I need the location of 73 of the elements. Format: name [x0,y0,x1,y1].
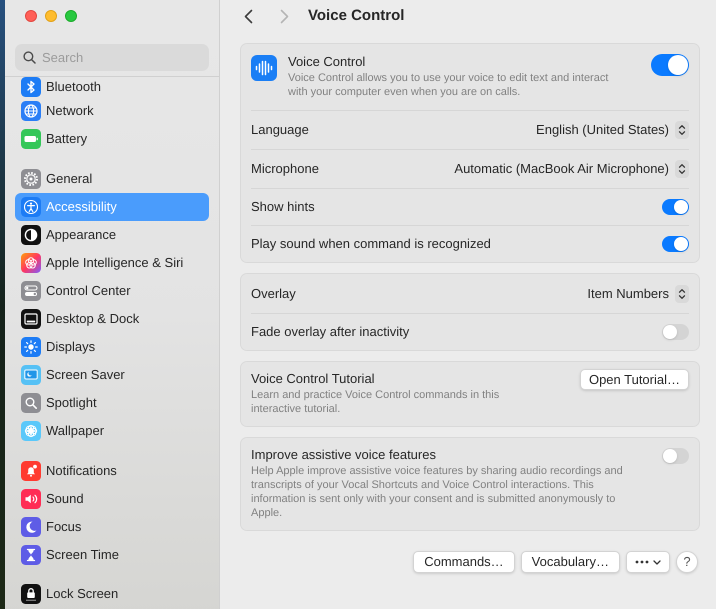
search-icon [23,51,36,64]
setting-label: Overlay [251,284,296,303]
sidebar-item[interactable]: Screen Time [15,541,209,569]
setting-title: Voice Control Tutorial [251,371,376,387]
sidebar-item[interactable]: General [15,165,209,193]
sidebar-item[interactable]: Bluetooth [15,77,209,97]
bluetooth-icon [21,77,41,97]
push-button[interactable]: Open Tutorial… [580,369,689,390]
close-button[interactable] [25,10,37,22]
sidebar-item[interactable]: Displays [15,333,209,361]
setting-label: Play sound when command is recognized [251,235,491,254]
setting-label: Show hints [251,198,315,216]
sidebar-item[interactable]: Notifications [15,457,209,485]
dock-icon [21,309,41,329]
sidebar-item[interactable]: Screen Saver [15,361,209,389]
toggle-switch[interactable] [662,448,689,464]
minimize-button[interactable] [45,10,57,22]
sidebar-item[interactable]: Control Center [15,277,209,305]
bell-icon [21,461,41,481]
ellipsis-icon [635,560,649,564]
battery-icon [21,129,41,149]
sidebar-item[interactable]: Spotlight [15,389,209,417]
sidebar-item[interactable]: Sound [15,485,209,513]
hourglass-icon [21,545,41,565]
magnifier-icon [21,393,41,413]
zoom-button[interactable] [65,10,77,22]
sidebar-item[interactable]: Network [15,97,209,125]
setting-label: Fade overlay after inactivity [251,323,410,342]
setting-title: Improve assistive voice features [251,447,437,463]
window-title: Voice Control [308,6,404,26]
sidebar-item[interactable]: Apple Intelligence & Siri [15,249,209,277]
chevron-down-icon [653,560,661,564]
setting-description: Learn and practice Voice Control commands in this interactive tutorial. [251,388,500,416]
sidebar-item[interactable]: Desktop & Dock [15,305,209,333]
up-down-chevron-icon [675,284,689,302]
toggle-switch[interactable] [662,199,689,215]
setting-description: Voice Control allows you to use your voice to edit text and interact with your computer even when you are on calls. [288,71,610,99]
popup-button[interactable]: English (United States) [536,120,689,140]
search-field[interactable]: Search [15,44,209,71]
screen-moon-icon [21,365,41,385]
blossom-icon [21,421,41,441]
chevron-left-icon [244,8,252,24]
action-menu-button[interactable] [626,551,670,573]
up-down-chevron-icon [675,121,689,139]
sidebar-item[interactable]: Wallpaper [15,417,209,445]
waveform-icon [251,55,277,81]
speaker-icon [21,489,41,509]
lock-icon [21,584,41,604]
toggle-switch[interactable] [651,54,689,76]
up-down-chevron-icon [675,160,689,178]
push-button[interactable]: Vocabulary… [520,551,620,573]
push-button[interactable]: Commands… [413,551,515,573]
moon-icon [21,517,41,537]
toggle-switch[interactable] [662,236,689,252]
setting-title: Voice Control [288,54,366,70]
setting-label: Microphone [251,160,319,178]
sun-icon [21,337,41,357]
toggle-switch[interactable] [662,324,689,340]
chevron-right-icon [280,8,288,24]
popup-button[interactable]: Item Numbers [587,284,689,304]
sidebar-item[interactable]: Focus [15,513,209,541]
gear-icon [21,169,41,189]
help-button[interactable]: ? [676,551,698,573]
setting-label: Language [251,121,309,140]
sidebar-item[interactable]: Lock Screen [15,581,209,607]
setting-description: Help Apple improve assistive voice features by sharing audio recordings and transcripts of your Vocal Shortcuts and Voice Control interactions. This information is sent only with your consent and is submitted anonymously to Apple. [251,464,624,520]
accessibility-icon [21,197,41,217]
sidebar-item[interactable]: Battery [15,125,209,153]
toggles-icon [21,281,41,301]
popup-button[interactable]: Automatic (MacBook Air Microphone) [454,159,689,179]
flower-icon [21,253,41,273]
globe-icon [21,101,41,121]
sidebar-item[interactable]: Appearance [15,221,209,249]
